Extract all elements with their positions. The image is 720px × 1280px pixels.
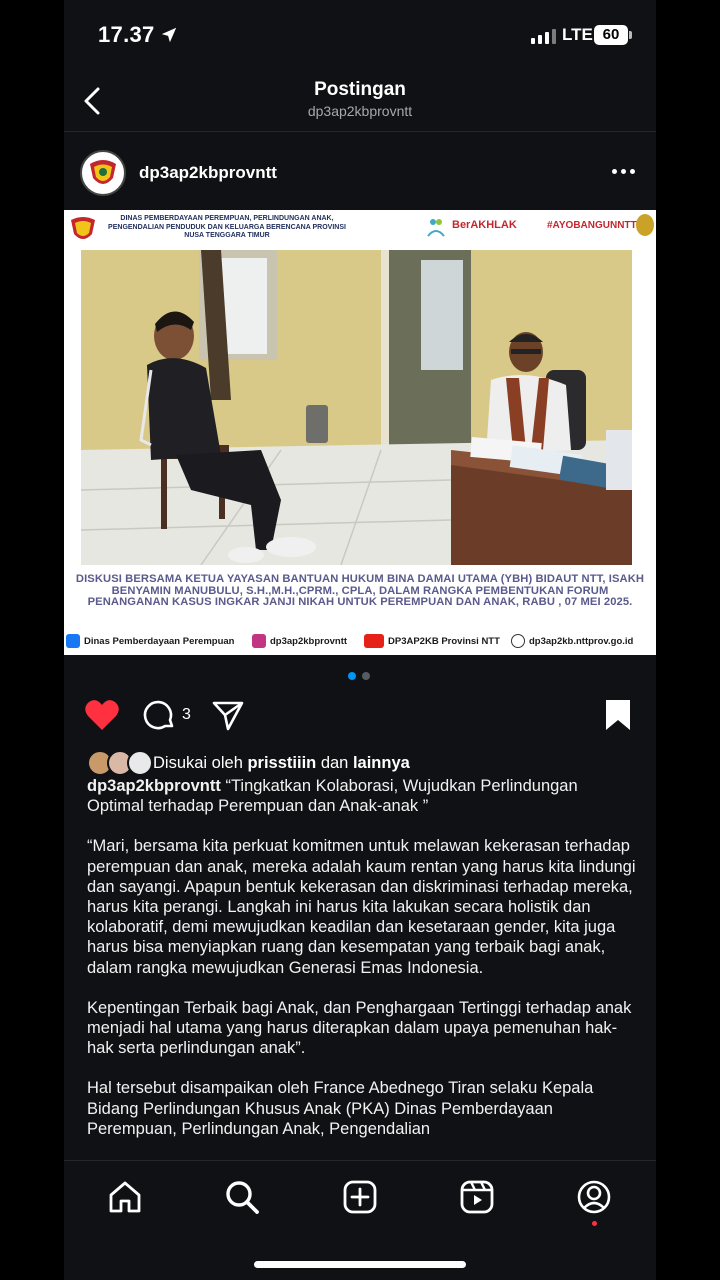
discussion-photo bbox=[81, 250, 632, 565]
caption-paragraph: Kepentingan Terbaik bagi Anak, dan Pengh… bbox=[87, 998, 632, 1058]
post-actions: 3 bbox=[64, 695, 656, 737]
anniversary-badge-icon bbox=[636, 214, 654, 236]
notification-dot bbox=[592, 1221, 597, 1226]
carousel-dot-active bbox=[348, 672, 356, 680]
comment-icon[interactable] bbox=[142, 698, 176, 732]
liker-username[interactable]: prisstiiin bbox=[247, 754, 316, 773]
youtube-icon bbox=[364, 634, 384, 648]
instagram-icon bbox=[252, 634, 266, 648]
likes-prefix: Disukai oleh bbox=[153, 753, 248, 772]
phone-screen: 17.37 LTE 60 Postingan dp3ap2kbprovntt d… bbox=[64, 0, 656, 1280]
comment-count: 3 bbox=[182, 706, 191, 723]
gender-equality-logo-icon bbox=[427, 219, 445, 237]
status-bar: 17.37 LTE 60 bbox=[64, 0, 656, 70]
image-footer: Dinas Pemberdayaan Perempuan dp3ap2kbpro… bbox=[64, 630, 656, 652]
page-title: Postingan bbox=[314, 79, 406, 100]
footer-website: dp3ap2kb.nttprov.go.id bbox=[511, 634, 633, 648]
home-icon[interactable] bbox=[107, 1179, 143, 1215]
page-header: Postingan dp3ap2kbprovntt bbox=[64, 70, 656, 132]
bottom-nav bbox=[64, 1160, 656, 1280]
likes-row[interactable]: Disukai oleh prisstiiin dan lainnya bbox=[87, 750, 410, 776]
status-time: 17.37 bbox=[98, 22, 155, 47]
carousel-indicator bbox=[348, 672, 370, 680]
footer-facebook-label: Dinas Pemberdayaan Perempuan bbox=[84, 635, 235, 647]
avatar bbox=[127, 750, 153, 776]
agency-name: DINAS PEMBERDAYAAN PEREMPUAN, PERLINDUNG… bbox=[108, 215, 346, 239]
image-caption: DISKUSI BERSAMA KETUA YAYASAN BANTUAN HU… bbox=[75, 573, 645, 608]
search-icon[interactable] bbox=[224, 1179, 260, 1215]
liker-avatars bbox=[87, 750, 153, 776]
footer-facebook: Dinas Pemberdayaan Perempuan bbox=[66, 634, 234, 648]
caption-author[interactable]: dp3ap2kbprovntt bbox=[87, 777, 221, 795]
post-caption: dp3ap2kbprovntt “Tingkatkan Kolaborasi, … bbox=[87, 776, 637, 1159]
battery-tip bbox=[629, 31, 632, 39]
post-image[interactable]: DINAS PEMBERDAYAAN PEREMPUAN, PERLINDUNG… bbox=[64, 210, 656, 655]
more-options-icon[interactable] bbox=[612, 169, 635, 174]
agency-logo-icon bbox=[84, 154, 122, 192]
footer-instagram-label: dp3ap2kbprovntt bbox=[270, 635, 348, 647]
footer-website-label: dp3ap2kb.nttprov.go.id bbox=[529, 635, 634, 647]
footer-youtube-label: DP3AP2KB Provinsi NTT bbox=[388, 635, 500, 647]
location-arrow-icon bbox=[161, 27, 177, 43]
facebook-icon bbox=[66, 634, 80, 648]
agency-logo-icon bbox=[71, 217, 95, 239]
footer-instagram: dp3ap2kbprovntt bbox=[252, 634, 347, 648]
footer-youtube: DP3AP2KB Provinsi NTT bbox=[364, 634, 500, 648]
bookmark-icon[interactable] bbox=[604, 698, 632, 732]
likes-others[interactable]: lainnya bbox=[353, 754, 410, 773]
carousel-dot bbox=[362, 672, 370, 680]
home-indicator[interactable] bbox=[254, 1261, 466, 1268]
page-subtitle: dp3ap2kbprovntt bbox=[307, 103, 413, 119]
likes-middle: dan bbox=[316, 753, 353, 772]
globe-icon bbox=[511, 634, 525, 648]
hashtag-label: #AYOBANGUNNTT bbox=[547, 220, 637, 231]
berakhlak-label: BerAKHLAK bbox=[452, 219, 517, 231]
share-icon[interactable] bbox=[211, 698, 245, 732]
caption-paragraph: Hal tersebut disampaikan oleh France Abe… bbox=[87, 1079, 594, 1138]
signal-icon bbox=[531, 28, 556, 44]
post-author-row: dp3ap2kbprovntt bbox=[64, 145, 656, 201]
like-heart-icon[interactable] bbox=[84, 698, 120, 732]
reels-icon[interactable] bbox=[459, 1179, 495, 1215]
author-avatar[interactable] bbox=[80, 150, 126, 196]
image-header: DINAS PEMBERDAYAAN PEREMPUAN, PERLINDUNG… bbox=[64, 210, 656, 246]
network-label: LTE bbox=[562, 25, 593, 44]
author-name[interactable]: dp3ap2kbprovntt bbox=[139, 163, 277, 183]
create-icon[interactable] bbox=[342, 1179, 378, 1215]
battery-icon: 60 bbox=[594, 25, 628, 45]
caption-headline: dp3ap2kbprovntt “Tingkatkan Kolaborasi, … bbox=[87, 776, 637, 816]
profile-icon[interactable] bbox=[576, 1179, 612, 1215]
caption-paragraph: “Mari, bersama kita perkuat komitmen unt… bbox=[87, 837, 636, 977]
